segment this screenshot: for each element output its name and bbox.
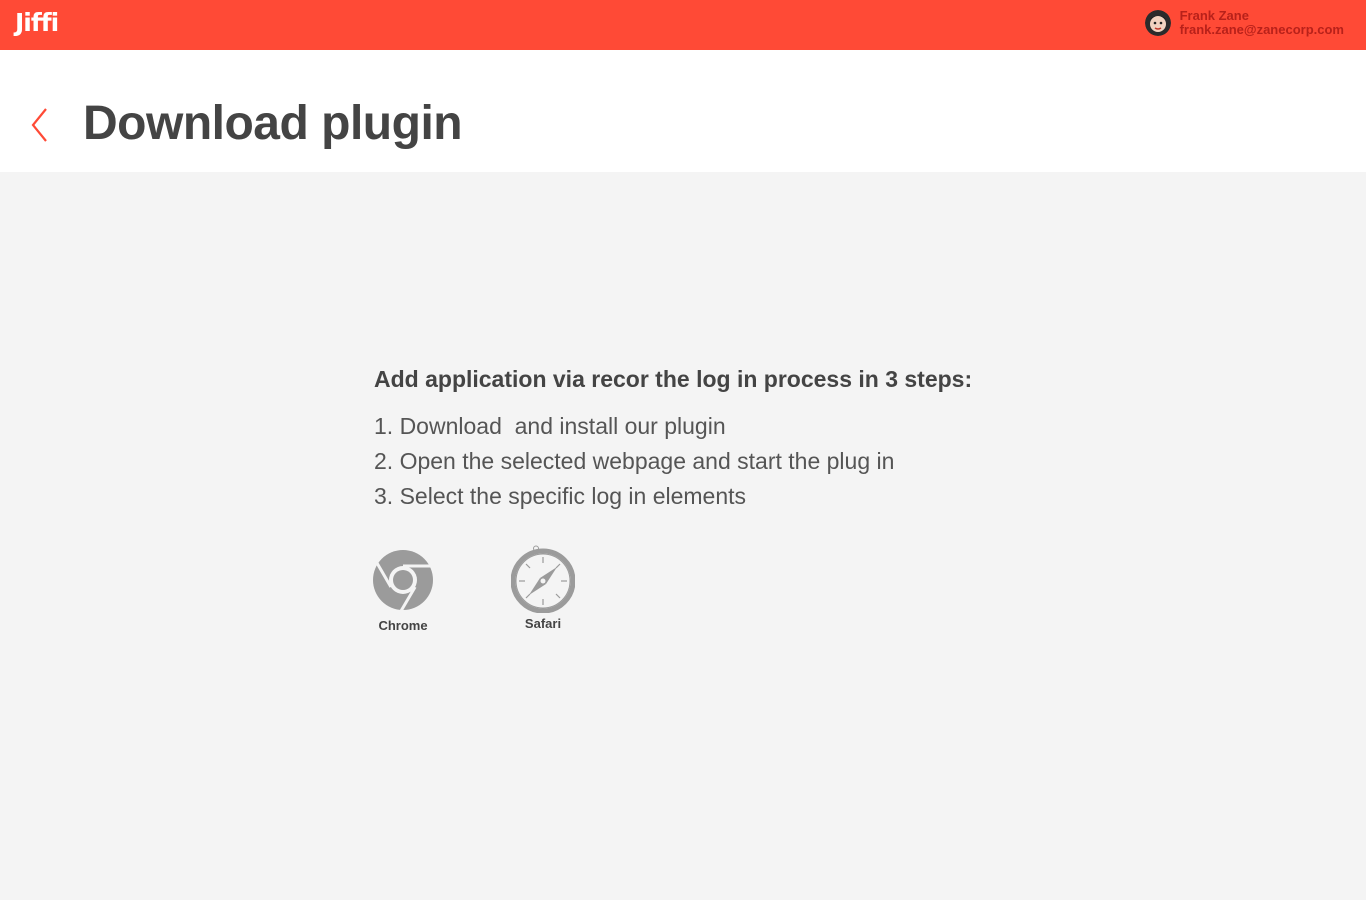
safari-icon — [511, 545, 575, 613]
avatar[interactable] — [1144, 10, 1171, 36]
app-logo[interactable]: Jiffi — [15, 8, 59, 37]
chrome-plugin-button[interactable]: Chrome — [373, 550, 433, 633]
safari-plugin-button[interactable]: Safari — [511, 545, 575, 631]
user-email: frank.zane@zanecorp.com — [1179, 22, 1344, 37]
top-bar: Jiffi Frank Zane frank.zane@zanecorp.com — [0, 0, 1366, 50]
browser-label: Safari — [524, 616, 562, 631]
instructions-intro: Add application via recor the log in pro… — [374, 366, 973, 392]
chevron-left-icon — [31, 108, 47, 142]
user-menu[interactable]: Frank Zane frank.zane@zanecorp.com — [1144, 9, 1344, 37]
browser-label: Chrome — [378, 618, 428, 633]
user-info: Frank Zane frank.zane@zanecorp.com — [1180, 9, 1344, 37]
back-button[interactable] — [28, 106, 54, 144]
page-title: Download plugin — [83, 97, 463, 150]
user-name: Frank Zane — [1179, 8, 1249, 23]
page-header: Download plugin — [0, 50, 1366, 172]
step-item: 2. Open the selected webpage and start t… — [374, 448, 895, 474]
steps-list: 1. Download and install our plugin 2. Op… — [374, 409, 1074, 514]
step-item: 3. Select the specific log in elements — [374, 483, 747, 509]
step-item: 1. Download and install our plugin — [374, 413, 726, 439]
chrome-icon — [373, 550, 433, 610]
instructions: Add application via recor the log in pro… — [374, 366, 1074, 514]
